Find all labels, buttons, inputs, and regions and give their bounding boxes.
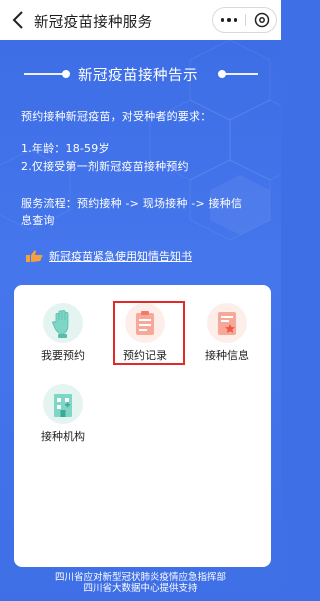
service-vaccination-info[interactable]: 接种信息 [192, 301, 254, 365]
consent-link-text[interactable]: 新冠疫苗紧急使用知情告知书 [49, 248, 192, 264]
title-bar: 新冠疫苗接种服务 [0, 0, 281, 40]
more-dots-icon [220, 18, 225, 22]
consent-link[interactable]: 新冠疫苗紧急使用知情告知书 [25, 247, 192, 265]
more-button[interactable] [213, 8, 245, 32]
notice-title-row: 新冠疫苗接种告示 [0, 62, 281, 86]
footer: 四川省应对新型冠状肺炎疫情应急指挥部 四川省大数据中心提供支持 [0, 572, 281, 594]
requirement-age: 1.年龄：18-59岁 [21, 142, 110, 155]
service-label: 接种机构 [41, 430, 85, 443]
footer-line2: 四川省大数据中心提供支持 [83, 583, 198, 594]
highlight-box [113, 301, 185, 365]
service-icon-bg [43, 303, 83, 343]
service-label: 接种信息 [205, 349, 249, 362]
close-button[interactable] [251, 9, 273, 31]
service-label: 我要预约 [41, 349, 85, 362]
service-flow-line2: 息查询 [21, 214, 55, 227]
pointing-hand-icon [26, 250, 43, 262]
title-decor-line [24, 73, 66, 75]
certificate-icon [218, 312, 236, 335]
service-icon-bg [43, 384, 83, 424]
service-flow-line1: 服务流程：预约接种 -> 现场接种 -> 接种信 [21, 197, 243, 210]
mini-program-capsule [212, 7, 277, 33]
title-decor-line [222, 73, 258, 75]
service-book-appointment[interactable]: 我要预约 [28, 301, 90, 365]
notice-title: 新冠疫苗接种告示 [78, 68, 198, 84]
footer-line1: 四川省应对新型冠状肺炎疫情应急指挥部 [54, 572, 226, 583]
service-vaccination-sites[interactable]: 接种机构 [28, 382, 90, 446]
notice-banner: 新冠疫苗接种告示 预约接种新冠疫苗，对受种者的要求： 1.年龄：18-59岁 2… [0, 40, 281, 601]
title-decor-dot [62, 70, 70, 78]
notice-intro: 预约接种新冠疫苗，对受种者的要求： [21, 110, 212, 123]
back-button[interactable] [8, 9, 28, 31]
requirement-dose: 2.仅接受第一剂新冠疫苗接种预约 [21, 160, 189, 173]
service-icon-bg [207, 303, 247, 343]
capsule-divider [245, 14, 246, 26]
chevron-left-icon [12, 11, 23, 29]
hospital-icon [54, 394, 72, 417]
page-title: 新冠疫苗接种服务 [34, 15, 153, 31]
close-circle-icon [254, 12, 270, 28]
glove-hand-icon [52, 309, 69, 338]
service-card: 我要预约 预约记录 接种信息 接种机构 [14, 285, 271, 567]
